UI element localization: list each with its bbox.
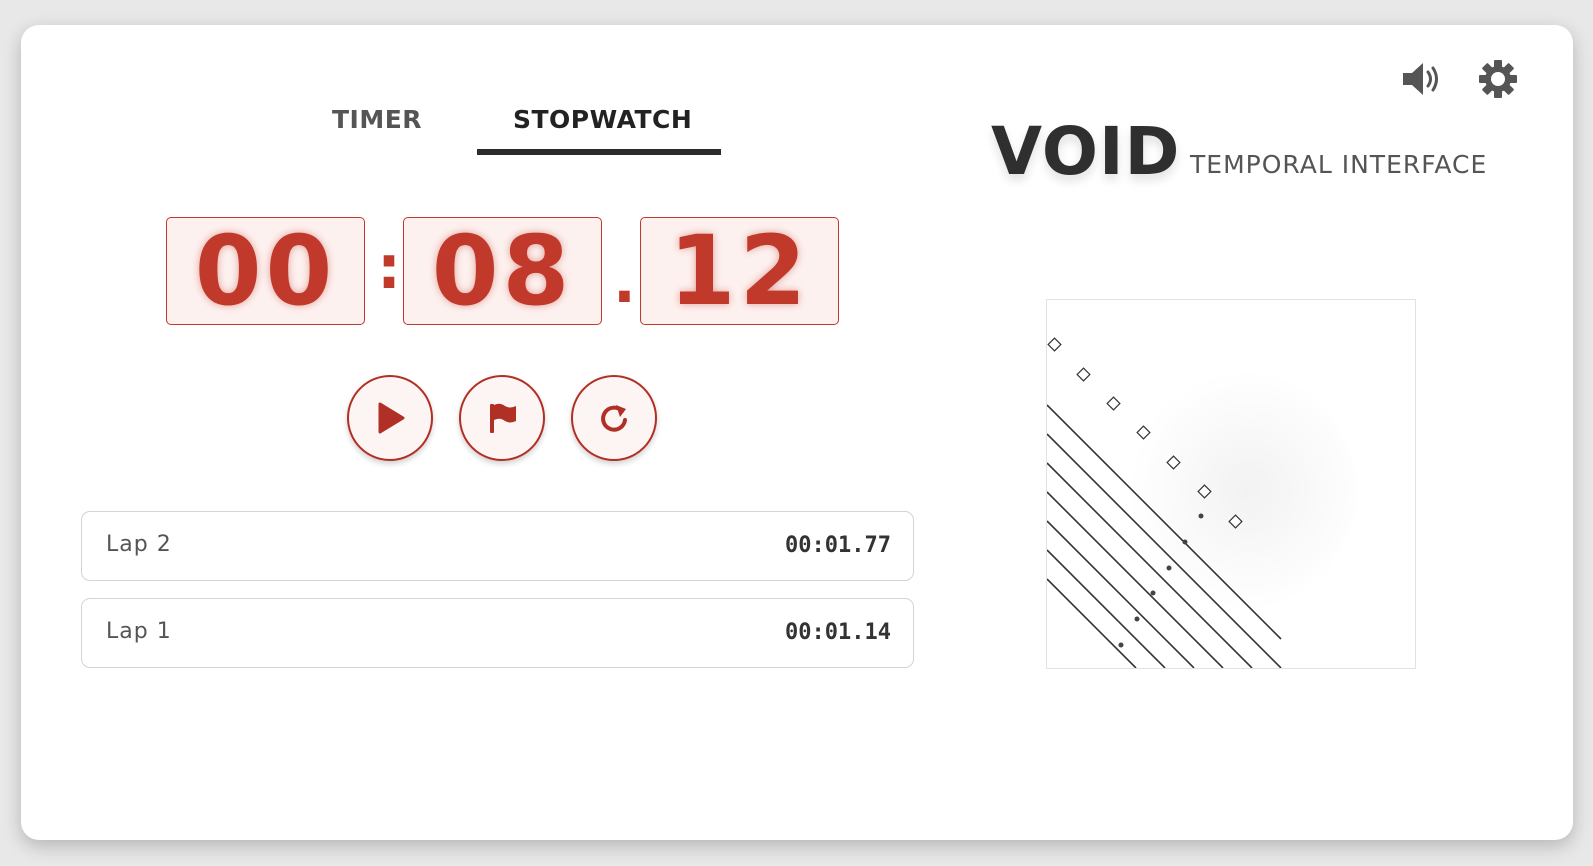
app-window: TIMER STOPWATCH VOID TEMPORAL INTERFACE bbox=[21, 25, 1573, 840]
sound-button[interactable] bbox=[1401, 59, 1443, 101]
lap-label: Lap 2 bbox=[106, 532, 172, 557]
lap-button[interactable] bbox=[459, 375, 545, 461]
flag-icon bbox=[490, 403, 516, 433]
lap-row: Lap 1 00:01.14 bbox=[81, 598, 914, 668]
line-pattern-graphic bbox=[1047, 337, 1357, 668]
tab-timer[interactable]: TIMER bbox=[332, 105, 422, 134]
lap-time: 00:01.14 bbox=[785, 620, 891, 645]
lap-label: Lap 1 bbox=[106, 619, 172, 644]
lap-row: Lap 2 00:01.77 bbox=[81, 511, 914, 581]
colon-separator: : bbox=[377, 233, 401, 303]
brand-subtitle: TEMPORAL INTERFACE bbox=[1190, 150, 1488, 179]
centiseconds-display: 12 bbox=[640, 215, 839, 327]
start-button[interactable] bbox=[347, 375, 433, 461]
settings-button[interactable] bbox=[1477, 59, 1519, 101]
play-icon bbox=[378, 402, 405, 434]
dot-separator: . bbox=[613, 247, 636, 317]
brand-title: VOID bbox=[991, 113, 1181, 190]
centiseconds-value: 12 bbox=[668, 215, 811, 327]
lap-time: 00:01.77 bbox=[785, 533, 891, 558]
gear-icon bbox=[1479, 60, 1517, 98]
active-tab-indicator bbox=[477, 149, 721, 155]
minutes-display: 00 bbox=[166, 215, 365, 327]
seconds-display: 08 bbox=[403, 215, 602, 327]
seconds-value: 08 bbox=[431, 215, 574, 327]
decorative-artwork bbox=[1046, 299, 1416, 669]
speaker-icon bbox=[1403, 63, 1438, 95]
reset-icon bbox=[601, 405, 627, 432]
reset-button[interactable] bbox=[571, 375, 657, 461]
tab-stopwatch[interactable]: STOPWATCH bbox=[513, 105, 692, 134]
minutes-value: 00 bbox=[194, 215, 337, 327]
